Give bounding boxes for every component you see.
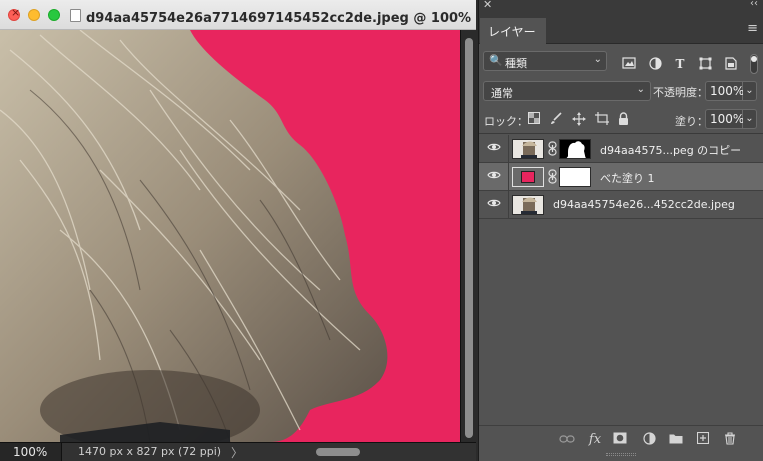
link-layers-icon[interactable] [559,432,575,448]
fill-dropdown-icon[interactable]: ⌄ [743,109,757,129]
document-info: 1470 px x 827 px (72 ppi) [78,445,222,458]
type-filter-icon[interactable]: T [672,57,688,71]
lock-position-icon[interactable] [572,112,586,126]
filter-toggle[interactable] [750,54,758,74]
layer-name: べた塗り 1 [600,172,655,185]
document-window: d94aa45754e26a7714697145452cc2de.jpeg @ … [0,0,476,461]
panel-resize-grip[interactable] [606,453,636,456]
mask-link-icon[interactable] [547,169,557,185]
layer-filter-row: 🔍 種類 ⌄ T [479,44,763,78]
close-panel-icon[interactable]: ✕ [483,0,492,11]
layer-mask-thumbnail[interactable] [559,167,591,187]
layer-thumbnail[interactable] [512,139,544,159]
eye-icon[interactable] [487,140,501,156]
eye-icon[interactable] [487,168,501,184]
new-adjustment-icon[interactable] [641,432,657,448]
minimize-window-button[interactable] [28,9,40,21]
zoom-window-button[interactable] [48,9,60,21]
shape-filter-icon[interactable] [697,57,713,71]
layer-row-copy[interactable]: d94aa4575...peg のコピー [479,135,763,163]
fx-icon[interactable]: fx [587,432,603,448]
search-icon: 🔍 [489,54,503,67]
fill-color-swatch [521,171,535,183]
opacity-label: 不透明度： [653,86,708,99]
panel-header-strip: ✕ ‹‹ [479,0,763,14]
layers-bottom-toolbar: fx [479,425,763,461]
delete-layer-icon[interactable] [722,432,738,448]
layer-name: d94aa4575...peg のコピー [600,144,742,157]
horizontal-scroll-thumb[interactable] [316,448,360,456]
chevron-down-icon: ⌄ [593,54,602,65]
blend-opacity-row: 通常 ⌄ 不透明度： 100% ⌄ [479,78,763,104]
vertical-scroll-thumb[interactable] [465,38,473,438]
layers-panel: ✕ ‹‹ レイヤー ≡ 🔍 種類 ⌄ T 通常 ⌄ 不透明度： 100% ⌄ ロ… [478,0,763,461]
add-mask-icon[interactable] [612,432,628,448]
document-title: d94aa45754e26a7714697145452cc2de.jpeg @ … [86,11,476,26]
layer-mask-thumbnail[interactable] [559,139,591,159]
opacity-input[interactable]: 100% [705,81,744,101]
fill-color-thumbnail[interactable] [512,167,544,187]
close-window-button[interactable] [8,6,20,21]
panel-tab-bar: レイヤー ≡ [479,14,763,44]
hair-image [0,30,388,442]
collapse-panel-icon[interactable]: ‹‹ [750,0,758,9]
image-filter-icon[interactable] [621,57,637,71]
lock-image-pixels-icon[interactable] [549,112,563,126]
opacity-dropdown-icon[interactable]: ⌄ [743,81,757,101]
layer-row-solid-fill[interactable]: べた塗り 1 [479,163,763,191]
chevron-down-icon: ⌄ [636,84,645,95]
layer-thumbnail[interactable] [512,195,544,215]
new-layer-icon[interactable] [695,431,711,448]
layer-row-original[interactable]: d94aa45754e26...452cc2de.jpeg [479,191,763,219]
lock-fill-row: ロック： 塗り： 100% ⌄ [479,104,763,134]
lock-label: ロック： [484,115,528,128]
new-group-icon[interactable] [668,432,684,448]
lock-artboard-icon[interactable] [595,112,609,126]
adjustment-filter-icon[interactable] [647,57,663,71]
document-canvas[interactable] [0,30,460,442]
eye-icon[interactable] [487,196,501,212]
fill-label: 塗り： [675,115,708,128]
zoom-level-field[interactable]: 100% [0,443,62,461]
filter-kind-label: 種類 [505,57,527,70]
layers-list: d94aa4575...peg のコピー べた塗り 1 d94aa45754e2… [479,135,763,425]
blend-mode-value: 通常 [491,87,513,100]
status-menu-arrow-icon[interactable]: 〉 [231,444,243,461]
lock-transparent-pixels-icon[interactable] [527,112,541,126]
lock-all-icon[interactable] [616,112,630,126]
mask-link-icon[interactable] [547,141,557,157]
smart-object-filter-icon[interactable] [722,57,738,71]
photoshop-workspace: d94aa45754e26a7714697145452cc2de.jpeg @ … [0,0,763,461]
layer-kind-filter[interactable]: 🔍 種類 ⌄ [483,51,607,71]
document-file-icon [70,9,81,22]
tab-layers[interactable]: レイヤー [480,18,546,44]
layer-name: d94aa45754e26...452cc2de.jpeg [553,198,735,211]
panel-menu-icon[interactable]: ≡ [747,21,758,36]
document-title-bar[interactable]: d94aa45754e26a7714697145452cc2de.jpeg @ … [0,0,476,30]
fill-input[interactable]: 100% [705,109,744,129]
blend-mode-select[interactable]: 通常 ⌄ [483,81,651,101]
vertical-scrollbar[interactable] [460,30,476,442]
status-bar: 100% 1470 px x 827 px (72 ppi) 〉 [0,442,476,461]
